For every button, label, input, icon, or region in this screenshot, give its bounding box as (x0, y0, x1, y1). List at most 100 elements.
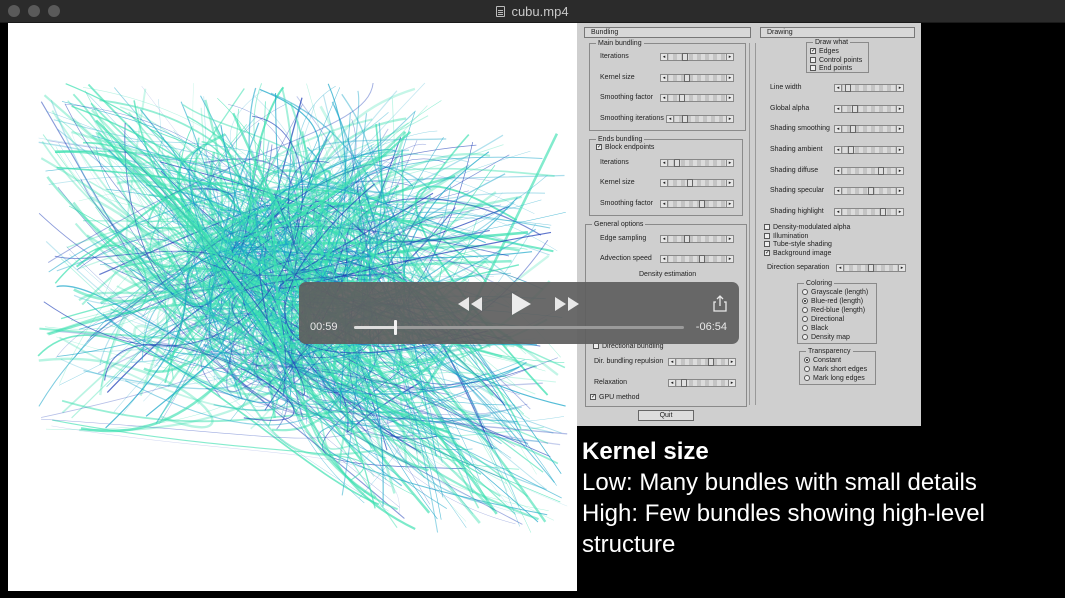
main-bundling-row-0-increment[interactable]: ▸ (726, 54, 733, 60)
ends-bundling-row-1-increment[interactable]: ▸ (726, 180, 733, 186)
drawing-row-0-decrement[interactable]: ◂ (835, 85, 842, 91)
ends-bundling-row-0-increment[interactable]: ▸ (726, 160, 733, 166)
drawing-check-2-checkbox[interactable] (764, 241, 770, 248)
drawing-row-4-slider[interactable]: ◂ ▸ (834, 167, 904, 175)
drawing-row-1-increment[interactable]: ▸ (896, 106, 903, 112)
ends-bundling-row-1-decrement[interactable]: ◂ (661, 180, 668, 186)
coloring-5-radio[interactable] (802, 334, 808, 340)
draw-what-1-checkbox[interactable] (810, 56, 816, 63)
drawing-row-0-slider[interactable]: ◂ ▸ (834, 84, 904, 92)
play-button[interactable] (509, 291, 533, 322)
gpu-method-checkbox[interactable]: ✓ (590, 394, 596, 400)
main-bundling-row-2-decrement[interactable]: ◂ (661, 95, 668, 101)
main-bundling-row-0-slider[interactable]: ◂ ▸ (660, 53, 734, 61)
drawing-row-3-thumb[interactable] (847, 146, 854, 154)
title-bar[interactable]: cubu.mp4 (0, 0, 1065, 23)
general-options-row-1-decrement[interactable]: ◂ (661, 256, 668, 262)
draw-what-0-checkbox[interactable]: ✓ (810, 48, 816, 54)
drawing-row-6-decrement[interactable]: ◂ (835, 209, 842, 215)
drawing-row-0-thumb[interactable] (845, 84, 852, 92)
coloring-0-radio[interactable] (802, 289, 808, 295)
direction-separation-decrement[interactable]: ◂ (837, 265, 844, 271)
direction-separation-increment[interactable]: ▸ (898, 265, 905, 271)
drawing-row-3-increment[interactable]: ▸ (896, 147, 903, 153)
rewind-button[interactable] (456, 294, 484, 319)
drawing-row-4-thumb[interactable] (877, 167, 884, 175)
general-options-row-1-thumb[interactable] (699, 255, 705, 263)
ends-bundling-row-2-slider[interactable]: ◂ ▸ (660, 200, 734, 208)
transparency-1-radio[interactable] (804, 366, 810, 372)
coloring-4-radio[interactable] (802, 325, 808, 331)
directional-row-1-decrement[interactable]: ◂ (669, 380, 676, 386)
drawing-row-2-thumb[interactable] (849, 125, 856, 133)
transparency-0-radio[interactable] (804, 357, 810, 363)
main-bundling-row-2-thumb[interactable] (679, 94, 685, 102)
timeline-scrubber[interactable] (354, 320, 684, 335)
drawing-check-1-checkbox[interactable] (764, 232, 770, 239)
transparency-2-radio[interactable] (804, 375, 810, 381)
fast-forward-button[interactable] (553, 294, 581, 319)
drawing-row-2-slider[interactable]: ◂ ▸ (834, 125, 904, 133)
coloring-2-radio[interactable] (802, 307, 808, 313)
main-bundling-row-2-increment[interactable]: ▸ (726, 95, 733, 101)
general-options-row-0-decrement[interactable]: ◂ (661, 236, 668, 242)
main-bundling-row-1-increment[interactable]: ▸ (726, 75, 733, 81)
drawing-row-3-decrement[interactable]: ◂ (835, 147, 842, 153)
main-bundling-row-3-slider[interactable]: ◂ ▸ (666, 115, 734, 123)
ends-bundling-row-0-decrement[interactable]: ◂ (661, 160, 668, 166)
drawing-row-5-slider[interactable]: ◂ ▸ (834, 187, 904, 195)
coloring-1-radio[interactable] (802, 298, 808, 304)
drawing-row-2-decrement[interactable]: ◂ (835, 126, 842, 132)
ends-bundling-row-1-thumb[interactable] (686, 179, 693, 187)
directional-row-0-thumb[interactable] (707, 358, 714, 366)
drawing-row-1-decrement[interactable]: ◂ (835, 106, 842, 112)
main-bundling-row-1-decrement[interactable]: ◂ (661, 75, 668, 81)
share-button[interactable] (713, 295, 727, 317)
playhead-handle[interactable] (394, 320, 398, 335)
drawing-row-5-decrement[interactable]: ◂ (835, 188, 842, 194)
directional-row-1-slider[interactable]: ◂ ▸ (668, 379, 736, 387)
direction-separation-thumb[interactable] (868, 264, 874, 272)
directional-row-0-increment[interactable]: ▸ (728, 359, 735, 365)
drawing-check-3-checkbox[interactable]: ✓ (764, 250, 770, 257)
main-bundling-row-1-slider[interactable]: ◂ ▸ (660, 74, 734, 82)
ends-bundling-row-2-thumb[interactable] (699, 200, 705, 208)
ends-bundling-row-0-thumb[interactable] (674, 159, 680, 167)
drawing-check-0-checkbox[interactable] (764, 224, 770, 230)
directional-row-0-decrement[interactable]: ◂ (669, 359, 676, 365)
quit-button[interactable]: Quit (638, 410, 694, 421)
drawing-row-2-increment[interactable]: ▸ (896, 126, 903, 132)
drawing-row-3-slider[interactable]: ◂ ▸ (834, 146, 904, 154)
drawing-row-1-slider[interactable]: ◂ ▸ (834, 105, 904, 113)
general-options-row-0-thumb[interactable] (684, 235, 690, 243)
main-bundling-row-3-increment[interactable]: ▸ (726, 116, 733, 122)
drawing-row-1-thumb[interactable] (852, 105, 859, 113)
main-bundling-row-3-decrement[interactable]: ◂ (667, 116, 674, 122)
main-bundling-row-0-decrement[interactable]: ◂ (661, 54, 668, 60)
directional-row-1-thumb[interactable] (681, 379, 688, 387)
ends-bundling-row-2-decrement[interactable]: ◂ (661, 201, 668, 207)
drawing-row-5-thumb[interactable] (868, 187, 875, 195)
main-bundling-row-2-slider[interactable]: ◂ ▸ (660, 94, 734, 102)
drawing-row-5-increment[interactable]: ▸ (896, 188, 903, 194)
drawing-row-4-decrement[interactable]: ◂ (835, 168, 842, 174)
main-bundling-row-0-thumb[interactable] (681, 53, 688, 61)
coloring-3-radio[interactable] (802, 316, 808, 322)
main-bundling-row-1-thumb[interactable] (684, 74, 690, 82)
draw-what-2-checkbox[interactable] (810, 65, 816, 71)
general-options-row-0-slider[interactable]: ◂ ▸ (660, 235, 734, 243)
general-options-row-0-increment[interactable]: ▸ (726, 236, 733, 242)
drawing-row-6-slider[interactable]: ◂ ▸ (834, 208, 904, 216)
direction-separation-slider[interactable]: ◂ ▸ (836, 264, 906, 272)
drawing-row-4-increment[interactable]: ▸ (896, 168, 903, 174)
block-endpoints-checkbox[interactable]: ✓ (596, 144, 602, 150)
drawing-row-0-increment[interactable]: ▸ (896, 85, 903, 91)
drawing-row-6-thumb[interactable] (879, 208, 886, 216)
general-options-row-1-increment[interactable]: ▸ (726, 256, 733, 262)
drawing-row-6-increment[interactable]: ▸ (896, 209, 903, 215)
directional-row-1-increment[interactable]: ▸ (728, 380, 735, 386)
ends-bundling-row-1-slider[interactable]: ◂ ▸ (660, 179, 734, 187)
ends-bundling-row-0-slider[interactable]: ◂ ▸ (660, 159, 734, 167)
general-options-row-1-slider[interactable]: ◂ ▸ (660, 255, 734, 263)
ends-bundling-row-2-increment[interactable]: ▸ (726, 201, 733, 207)
